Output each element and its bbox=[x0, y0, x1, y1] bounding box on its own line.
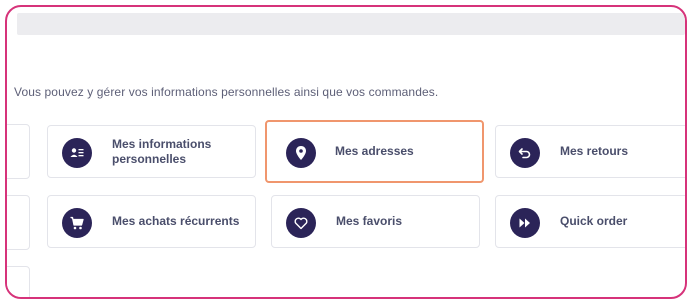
card-label: Quick order bbox=[560, 214, 628, 228]
card-label: Mes favoris bbox=[336, 214, 403, 228]
account-panel: Vous pouvez y gérer vos informations per… bbox=[5, 5, 687, 299]
partial-card[interactable] bbox=[7, 266, 30, 297]
map-pin-icon bbox=[286, 138, 316, 168]
card-quick-order[interactable]: Quick order bbox=[495, 195, 685, 248]
id-card-icon bbox=[62, 138, 92, 168]
heart-icon bbox=[286, 208, 316, 238]
card-mes-informations[interactable]: Mes informations personnelles bbox=[47, 125, 256, 178]
shopping-cart-icon bbox=[62, 208, 92, 238]
card-mes-favoris[interactable]: Mes favoris bbox=[271, 195, 480, 248]
card-label: Mes retours bbox=[560, 144, 629, 158]
card-mes-retours[interactable]: Mes retours bbox=[495, 125, 685, 178]
partial-card[interactable] bbox=[7, 124, 30, 179]
header-placeholder-bar bbox=[17, 13, 685, 35]
return-arrow-icon bbox=[510, 138, 540, 168]
card-mes-achats-recurrents[interactable]: Mes achats récurrents bbox=[47, 195, 256, 248]
intro-text: Vous pouvez y gérer vos informations per… bbox=[14, 85, 439, 99]
fast-forward-icon bbox=[510, 208, 540, 238]
card-label: Mes achats récurrents bbox=[112, 214, 240, 228]
card-label: Mes informations personnelles bbox=[112, 136, 212, 166]
card-mes-adresses[interactable]: Mes adresses bbox=[265, 120, 484, 183]
card-label: Mes adresses bbox=[335, 144, 414, 158]
partial-card[interactable] bbox=[7, 195, 30, 250]
